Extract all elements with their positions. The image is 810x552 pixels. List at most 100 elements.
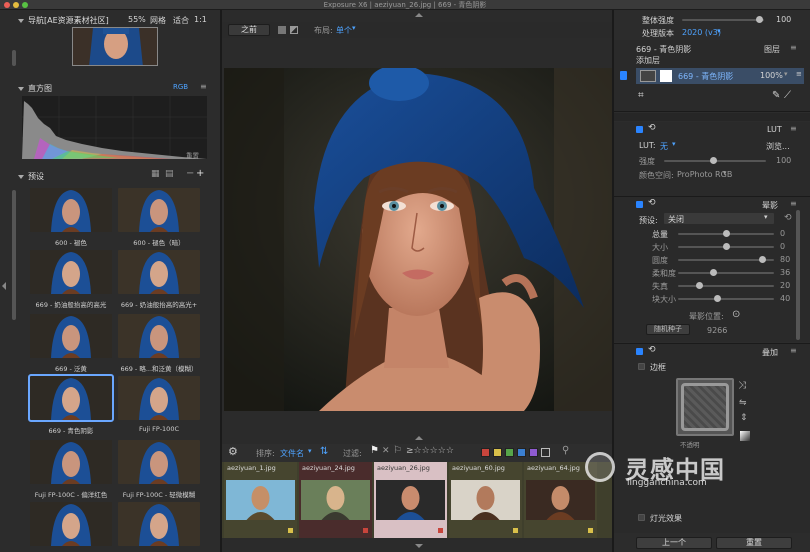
lut-browse-button[interactable]: 浏览... [766,141,790,152]
star-rating-filter[interactable]: ≥☆☆☆☆☆ [406,446,454,456]
color-label-swatch[interactable] [517,448,526,457]
filmstrip-color-tag[interactable] [438,528,443,533]
right-panel-scrollbar[interactable] [796,210,800,340]
vignette-slider[interactable] [678,295,774,302]
layer-visibility-toggle[interactable] [620,71,627,80]
light-effect-checkbox[interactable] [638,514,645,521]
layer-opacity[interactable]: 100% [760,71,783,80]
unflagged-filter-icon[interactable]: ⚐ [393,445,402,456]
preset-item[interactable] [118,188,200,232]
previous-button[interactable]: 上一个 [636,537,712,549]
color-label-swatch[interactable] [481,448,490,457]
preset-item[interactable] [30,440,112,484]
custom-filter-icon[interactable]: ⚲ [562,445,569,456]
color-label-swatch[interactable] [505,448,514,457]
lut-menu-icon[interactable]: ≡ [790,124,797,133]
layer-row[interactable]: 669 - 青色阴影 100% ▾ ≡ [620,68,804,84]
top-panel-toggle-arrow[interactable] [415,13,423,17]
layer-options-icon[interactable]: ≡ [796,70,802,78]
vignette-slider[interactable] [678,282,774,289]
shuffle-icon[interactable]: ⤨ [738,380,746,391]
maximize-window-button[interactable] [22,2,28,8]
filmstrip-item[interactable]: aeziyuan_60.jpg [449,462,522,538]
window-titlebar: Exposure X6 | aeziyuan_26.jpg | 669 - 青色… [0,0,810,10]
filmstrip-item[interactable]: aeziyuan_1.jpg [224,462,297,538]
filmstrip-settings-gear-icon[interactable]: ⚙ [228,445,238,458]
bottom-panel-toggle-arrow[interactable] [415,436,423,440]
reset-button[interactable]: 重置 [716,537,792,549]
filmstrip-color-tag[interactable] [363,528,368,533]
brush-tool-icon[interactable]: ✎ [772,90,780,101]
preset-item[interactable] [30,188,112,232]
add-layer-row[interactable]: 添加层 [636,55,806,67]
vignette-slider[interactable] [678,230,774,237]
layout-chevron-down-icon[interactable]: ▾ [352,24,356,32]
border-checkbox[interactable] [638,363,645,370]
color-label-swatch[interactable] [529,448,538,457]
layers-menu-icon[interactable]: ≡ [790,43,797,52]
process-version-select[interactable]: 2020 (v3) [682,28,721,37]
filmstrip: aeziyuan_1.jpg aeziyuan_24.jpg aeziyuan_… [222,462,612,538]
no-color-label-swatch[interactable] [541,448,550,457]
border-color-swatch[interactable] [740,431,750,441]
close-window-button[interactable] [4,2,10,8]
sort-chevron-down-icon[interactable]: ▾ [308,447,312,455]
vignette-slider[interactable] [678,256,774,263]
overlay-menu-icon[interactable]: ≡ [790,346,797,355]
vignette-slider[interactable] [678,243,774,250]
lut-chevron-down-icon[interactable]: ▾ [672,140,676,148]
preset-item[interactable] [118,502,200,546]
lut-colorspace-chevron-down-icon[interactable]: ▾ [723,169,727,177]
sort-select[interactable]: 文件名 [280,448,304,459]
filmstrip-item[interactable]: aeziyuan_26.jpg [374,462,447,538]
layout-select[interactable]: 单个 [336,25,352,36]
vignette-slider[interactable] [678,269,774,276]
color-label-swatch[interactable] [493,448,502,457]
layer-opacity-chevron-down-icon[interactable]: ▾ [784,70,788,78]
flip-vertical-icon[interactable]: ⇕ [740,413,748,423]
preset-thumbnail [30,440,112,484]
filmstrip-item[interactable]: aeziyuan_24.jpg [299,462,372,538]
lut-strength-slider[interactable] [664,157,766,164]
lut-select[interactable]: 无 [660,141,668,152]
minimize-window-button[interactable] [13,2,19,8]
watermark-url: lingganchina.com [627,478,707,488]
lut-enable-checkbox[interactable] [636,126,643,133]
preset-item[interactable] [118,440,200,484]
preset-item[interactable] [30,314,112,358]
preset-item[interactable] [30,502,112,546]
gradient-tool-icon[interactable]: ⟋ [784,90,791,101]
color-label-filter[interactable] [481,448,553,457]
overlay-enable-checkbox[interactable] [636,348,643,355]
lut-reset-icon[interactable]: ⟲ [648,123,656,133]
vignette-position-target-icon[interactable]: ⊙ [732,309,740,320]
flag-filter-icon[interactable]: ⚑ [370,445,379,456]
overall-intensity-slider[interactable] [682,16,764,23]
layer-brush-mask-thumb[interactable] [640,70,656,82]
random-seed-button[interactable]: 随机种子 [646,324,690,335]
preset-item[interactable] [118,376,200,420]
preset-item[interactable] [118,314,200,358]
filmstrip-color-tag[interactable] [588,528,593,533]
filmstrip-color-tag[interactable] [288,528,293,533]
split-view-icon[interactable] [278,26,286,34]
compare-view-icon[interactable] [290,26,298,34]
reject-filter-icon[interactable]: ✕ [382,446,390,456]
preset-thumbnail [118,314,200,358]
filmstrip-filename: aeziyuan_24.jpg [302,464,355,472]
flip-horizontal-icon[interactable]: ⇋ [739,398,747,408]
filmstrip-color-tag[interactable] [513,528,518,533]
border-preview[interactable] [676,378,734,436]
layer-mask-thumb[interactable] [660,70,672,82]
main-image[interactable] [224,68,612,411]
preset-item[interactable] [118,250,200,294]
crop-icon[interactable]: ⌗ [638,90,644,101]
preset-item[interactable] [30,250,112,294]
lut-title: LUT [767,125,782,134]
before-button[interactable]: 之前 [228,24,270,36]
sort-direction-icon[interactable]: ⇅ [320,446,328,457]
filmstrip-bottom-arrow[interactable] [415,544,423,548]
process-version-chevron-down-icon[interactable]: ▾ [717,27,721,35]
preset-item[interactable] [28,374,114,422]
overlay-reset-icon[interactable]: ⟲ [648,345,656,355]
